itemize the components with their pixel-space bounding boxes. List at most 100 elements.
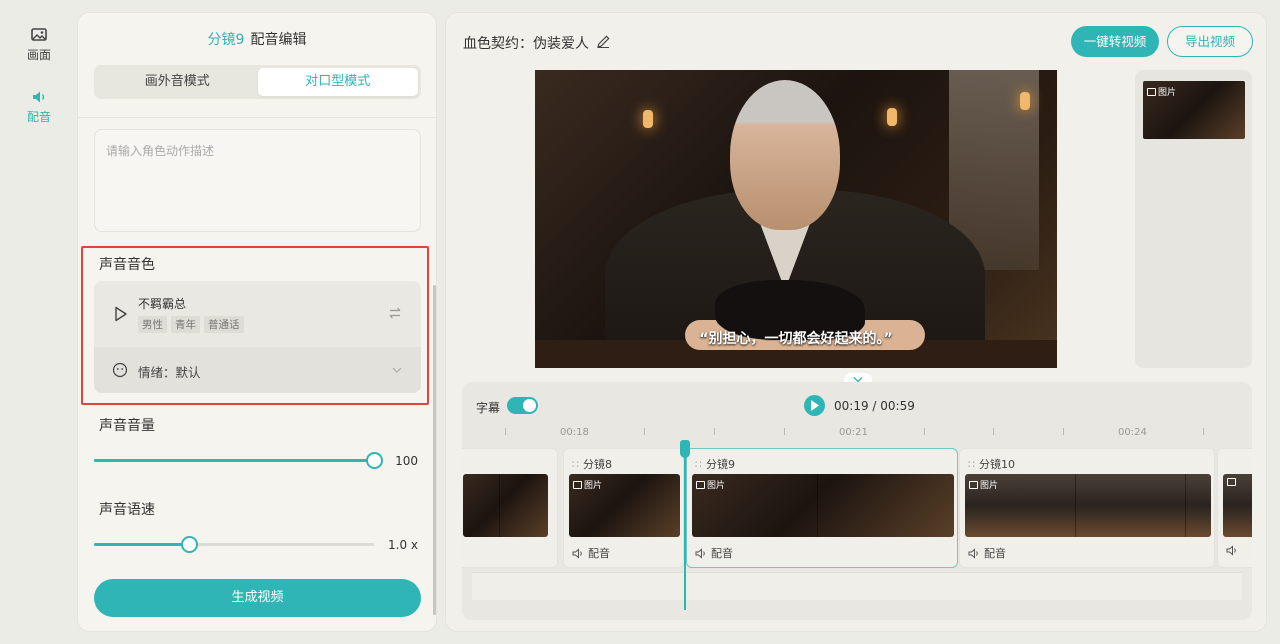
emotion-select[interactable]: 情绪：默认 [94,347,421,393]
clip-title-text: 分镜9 [706,458,735,471]
ruler-tick [714,428,715,435]
preview-lamp [887,108,897,126]
clip-title-text: 分镜8 [583,458,612,471]
generate-video-button[interactable]: 生成视频 [94,579,421,617]
image-badge-label: 图片 [584,481,603,491]
drag-handle-icon[interactable]: ∷ [968,458,975,471]
scrollbar[interactable] [433,285,436,615]
preview-lamp [1020,92,1030,110]
tab-voiceover-mode[interactable]: 画外音模式 [97,68,258,96]
voice-tag: 普通话 [204,316,244,333]
video-preview[interactable]: “别担心，一切都会好起来的。” [535,70,1057,368]
rail-item-dubbing[interactable]: 配音 [14,88,64,125]
clip-audio-label: 配音 [984,547,1006,560]
dubbing-editor-panel: 分镜9 配音编辑 画外音模式 对口型模式 请输入角色动作描述 声音音色 不羁霸总 … [77,12,437,632]
editor-title-text: 配音编辑 [250,32,307,48]
subtitle-toggle[interactable] [507,397,538,414]
preview-subtitle: “别担心，一切都会好起来的。” [699,331,893,347]
voice-tag: 男性 [138,316,167,333]
rail-item-label: 配音 [26,110,51,124]
timeline-clip-shot9[interactable]: ∷ 分镜9 图片 配音 [686,448,958,568]
ruler-label: 00:21 [839,427,868,438]
emotion-value: 情绪：默认 [138,365,201,380]
clip-audio[interactable]: 配音 [572,545,610,561]
timeline-clip[interactable] [1217,448,1252,568]
chevron-down-icon [392,367,402,373]
editor-title: 分镜9 配音编辑 [78,29,436,49]
preview-figure-head [730,80,840,230]
voice-card[interactable]: 不羁霸总 男性 青年 普通话 情绪：默认 [94,281,421,393]
export-video-button[interactable]: 导出视频 [1167,26,1253,57]
volume-value: 100 [395,454,418,468]
image-badge: 图片 [696,478,725,491]
speaker-icon [33,91,45,103]
drag-handle-icon[interactable]: ∷ [695,458,702,471]
clip-audio-label: 配音 [711,547,733,560]
voice-selector[interactable]: 不羁霸总 男性 青年 普通话 [94,281,421,347]
timeline-ruler[interactable]: 00:18 00:21 00:24 [462,426,1252,448]
rail-item-label: 画面 [26,48,51,62]
clip-frame-divider [1185,474,1186,537]
ruler-label: 00:18 [560,427,589,438]
speaker-icon [572,547,582,559]
playhead-handle[interactable] [680,440,690,458]
speed-slider[interactable] [94,534,374,554]
divider [78,117,436,118]
clip-audio-label: 配音 [588,547,610,560]
workspace-panel: 血色契约：伪装爱人 一键转视频 导出视频 “别担心，一切都会好起来的。” 图片 … [445,12,1267,632]
image-icon [696,480,705,489]
action-description-input[interactable]: 请输入角色动作描述 [94,129,421,232]
image-badge: 图片 [573,478,602,491]
timeline-clip-shot10[interactable]: ∷ 分镜10 图片 配音 [959,448,1215,568]
clip-title-text: 分镜10 [979,458,1015,471]
image-badge: 图片 [969,478,998,491]
image-icon [31,28,47,41]
clip-audio[interactable]: 配音 [695,545,733,561]
play-icon [811,400,819,411]
thumbnail[interactable]: 图片 [1143,81,1245,139]
project-title: 血色契约：伪装爱人 [463,36,589,52]
slider-handle[interactable] [366,452,383,469]
clip-thumbnail [463,474,548,537]
voice-name: 不羁霸总 [138,297,187,311]
drag-handle-icon[interactable]: ∷ [572,458,579,471]
tab-lipsync-mode[interactable]: 对口型模式 [257,68,418,96]
image-badge-label: 图片 [1158,88,1177,98]
time-display: 00:19 / 00:59 [834,399,915,413]
timeline-panel: 字幕 00:19 / 00:59 00:18 00:21 00:24 ∷ 分镜8… [462,382,1252,620]
speed-section-title: 声音语速 [99,502,155,518]
ruler-tick [784,428,785,435]
clip-title: ∷ 分镜9 [695,456,735,472]
play-button[interactable] [804,395,825,416]
clip-thumbnail: 图片 [965,474,1211,537]
swap-icon[interactable] [387,305,403,321]
voice-section-title: 声音音色 [99,257,155,273]
volume-section-title: 声音音量 [99,418,155,434]
timeline-clip[interactable] [462,448,558,568]
voice-tags: 男性 青年 普通话 [138,316,244,333]
clip-audio[interactable] [1226,545,1238,556]
secondary-track[interactable] [472,572,1242,600]
image-icon [969,480,978,489]
edit-pencil-icon[interactable] [596,34,611,49]
clip-audio[interactable]: 配音 [968,545,1006,561]
ruler-tick [1063,428,1064,435]
thumbnail-strip: 图片 [1135,70,1252,368]
play-icon[interactable] [114,306,128,322]
clip-title: ∷ 分镜10 [968,456,1015,472]
playhead-line [684,440,686,610]
slider-handle[interactable] [181,536,198,553]
ruler-tick [644,428,645,435]
clip-title: ∷ 分镜8 [572,456,612,472]
timeline-clip-shot8[interactable]: ∷ 分镜8 图片 配音 [563,448,684,568]
ruler-tick [1203,428,1204,435]
rail-item-image[interactable]: 画面 [14,26,64,63]
slider-fill [94,459,374,462]
speed-value: 1.0 x [388,538,418,552]
convert-to-video-button[interactable]: 一键转视频 [1071,26,1159,57]
ruler-tick [993,428,994,435]
toggle-knob [523,399,536,412]
volume-slider[interactable] [94,450,383,470]
image-icon [573,480,582,489]
clip-thumbnail: 图片 [569,474,680,537]
